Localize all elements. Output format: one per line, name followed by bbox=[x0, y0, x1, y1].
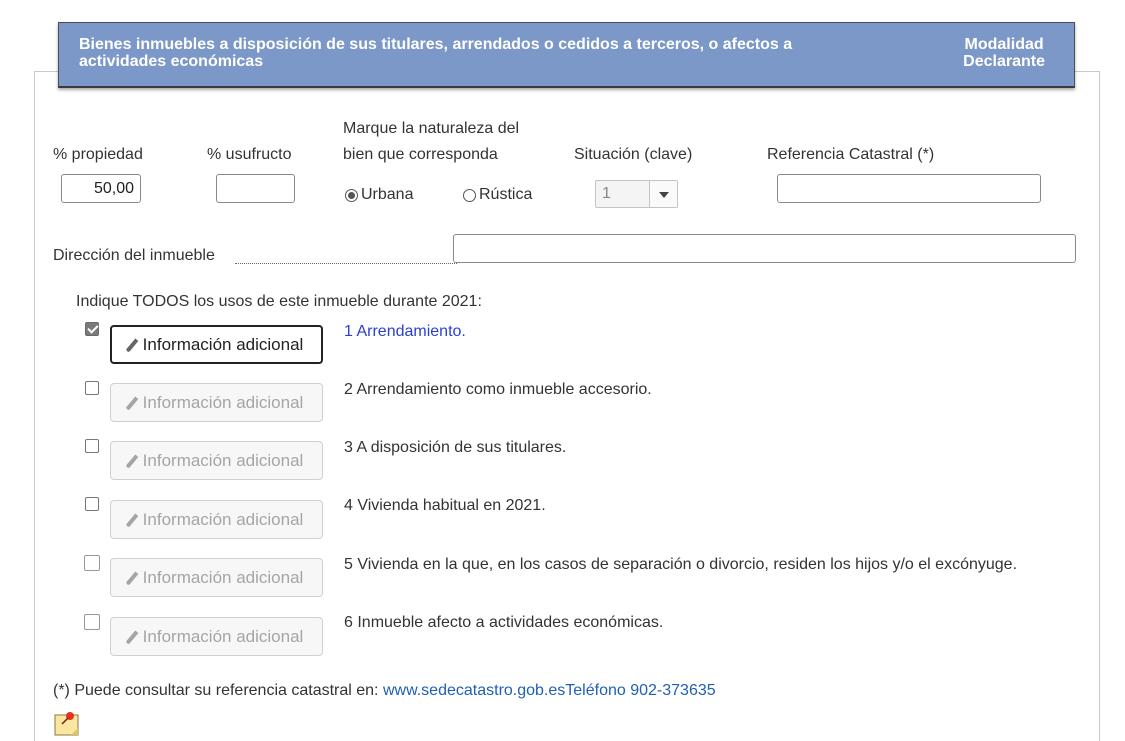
modalidad-label: Modalidad Declarante bbox=[963, 36, 1045, 70]
uso-2-checkbox[interactable] bbox=[85, 381, 99, 395]
direccion-input[interactable] bbox=[453, 234, 1076, 263]
phone-link[interactable]: Teléfono 902-373635 bbox=[565, 682, 715, 699]
catastro-link[interactable]: www.sedecatastro.gob.es bbox=[383, 682, 565, 699]
info-adicional-button-1[interactable]: Información adicional bbox=[110, 325, 323, 364]
usufructo-label: % usufructo bbox=[207, 146, 292, 163]
uso-2-label: 2 Arrendamiento como inmueble accesorio. bbox=[344, 381, 652, 398]
naturaleza-label-1: Marque la naturaleza del bbox=[343, 120, 520, 137]
info-adicional-button-2[interactable]: Información adicional bbox=[110, 383, 323, 422]
info-adicional-button-4[interactable]: Información adicional bbox=[110, 500, 323, 539]
info-adicional-button-5[interactable]: Información adicional bbox=[110, 558, 323, 597]
radio-rustica-circle[interactable] bbox=[463, 188, 476, 202]
situacion-select[interactable]: 1 bbox=[595, 180, 678, 208]
referencia-label: Referencia Catastral (*) bbox=[767, 146, 935, 163]
referencia-catastral-input[interactable] bbox=[777, 174, 1041, 203]
radio-urbana-circle[interactable] bbox=[345, 188, 358, 202]
direccion-label: Dirección del inmueble bbox=[53, 247, 215, 264]
uso-3-label: 3 A disposición de sus titulares. bbox=[344, 439, 567, 456]
propiedad-label: % propiedad bbox=[53, 146, 143, 163]
situacion-label: Situación (clave) bbox=[574, 146, 693, 163]
uso-6-label: 6 Inmueble afecto a actividades económic… bbox=[344, 614, 664, 631]
info-adicional-button-3[interactable]: Información adicional bbox=[110, 441, 323, 480]
pencil-icon bbox=[125, 571, 139, 586]
uso-3-checkbox[interactable] bbox=[85, 439, 99, 453]
uso-5-label: 5 Vivienda en la que, en los casos de se… bbox=[344, 556, 1018, 573]
uso-1-label[interactable]: 1 Arrendamiento. bbox=[344, 323, 466, 341]
sticky-note-pin-icon[interactable] bbox=[54, 710, 80, 736]
naturaleza-label-2: bien que corresponda bbox=[343, 146, 498, 163]
chevron-down-icon[interactable] bbox=[649, 181, 677, 207]
usos-heading: Indique TODOS los usos de este inmueble … bbox=[76, 293, 482, 310]
section-header: Bienes inmuebles a disposición de sus ti… bbox=[58, 22, 1075, 88]
section-title: Bienes inmuebles a disposición de sus ti… bbox=[79, 36, 793, 70]
info-adicional-button-6[interactable]: Información adicional bbox=[110, 617, 323, 656]
usufructo-input[interactable] bbox=[216, 174, 295, 203]
direccion-leader-dots bbox=[235, 263, 457, 264]
pencil-icon bbox=[125, 454, 139, 469]
uso-4-label: 4 Vivienda habitual en 2021. bbox=[344, 497, 546, 514]
uso-5-checkbox[interactable] bbox=[84, 555, 100, 571]
footer-note: (*) Puede consultar su referencia catast… bbox=[53, 682, 716, 699]
propiedad-input[interactable] bbox=[61, 174, 141, 203]
pencil-icon bbox=[125, 513, 139, 528]
uso-4-checkbox[interactable] bbox=[85, 497, 99, 511]
radio-rustica[interactable]: Rústica bbox=[463, 186, 532, 204]
pencil-icon bbox=[125, 396, 139, 411]
radio-urbana[interactable]: Urbana bbox=[345, 186, 413, 204]
uso-6-checkbox[interactable] bbox=[84, 614, 100, 630]
pencil-icon bbox=[125, 338, 139, 353]
pencil-icon bbox=[125, 630, 139, 645]
uso-1-checkbox[interactable] bbox=[85, 322, 99, 336]
